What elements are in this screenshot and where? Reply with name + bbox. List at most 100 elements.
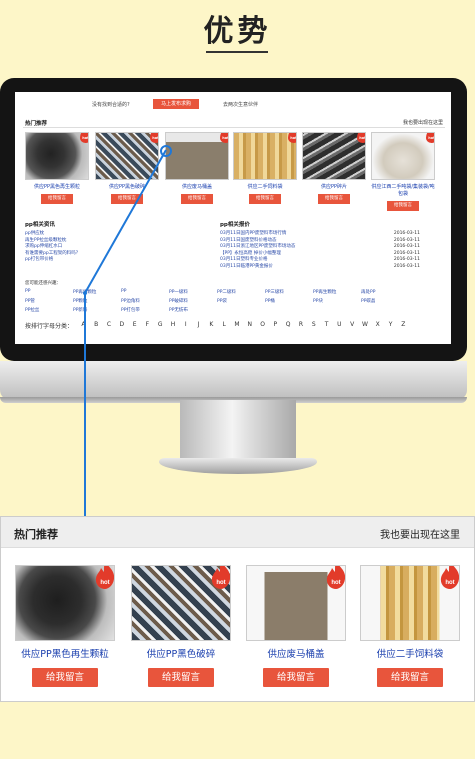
mini-product-card[interactable]: hot 供应PP黑色再生颗粒 给我留言 — [25, 132, 89, 204]
keyword-link[interactable]: PP桶 — [265, 298, 313, 304]
mini-message-button[interactable]: 给我留言 — [181, 194, 213, 204]
keyword-link[interactable]: PP打包带 — [121, 307, 169, 313]
mini-message-button[interactable]: 给我留言 — [318, 194, 350, 204]
keyword-link[interactable]: PP无纺布 — [169, 307, 217, 313]
mini-publish-button[interactable]: 马上发布求购 — [153, 99, 199, 109]
alphabet-letter[interactable]: F — [141, 321, 154, 330]
mini-product-caption[interactable]: 供应废马桶盖 — [165, 184, 229, 191]
zoom-product-caption[interactable]: 供应PP黑色破碎 — [131, 646, 231, 660]
news-link[interactable]: pp供应枕 — [25, 231, 225, 238]
keyword-link[interactable]: PP边角料 — [121, 298, 169, 304]
alphabet-letter[interactable]: E — [128, 321, 141, 330]
price-link[interactable]: 03月11日国内PP废塑料市场行情 — [220, 231, 286, 238]
keyword-link[interactable]: PP三级料 — [265, 289, 313, 295]
alphabet-letter[interactable]: Y — [384, 321, 397, 330]
alphabet-letter[interactable]: K — [205, 321, 218, 330]
alphabet-letter[interactable]: R — [295, 321, 308, 330]
mini-product-card[interactable]: hot 供应PP碎片 给我留言 — [302, 132, 366, 204]
zoom-product-caption[interactable]: 供应废马桶盖 — [246, 646, 346, 660]
alphabet-letter[interactable]: W — [359, 321, 372, 330]
zoom-message-button[interactable]: 给我留言 — [148, 668, 214, 687]
mini-product-caption[interactable]: 供应PP黑色破碎 — [95, 184, 159, 191]
alphabet-letter[interactable]: H — [167, 321, 180, 330]
alphabet-letter[interactable]: Z — [397, 321, 410, 330]
price-row[interactable]: 03月11日浙江地区PP废塑料市场动态 2016-03-11 — [220, 244, 420, 251]
alphabet-letter[interactable]: Q — [282, 321, 295, 330]
zoom-product-image[interactable]: hot — [15, 565, 115, 641]
zoom-product-card[interactable]: hot 供应二手饲料袋 给我留言 — [360, 565, 460, 687]
zoom-message-button[interactable]: 给我留言 — [32, 668, 98, 687]
keyword-link[interactable]: PP — [121, 289, 169, 295]
keyword-link[interactable]: PP再生颗粒 — [313, 289, 361, 295]
alphabet-letter[interactable]: N — [243, 321, 256, 330]
alphabet-letter[interactable]: X — [371, 321, 384, 330]
alphabet-letter[interactable]: M — [231, 321, 244, 330]
keyword-link[interactable]: PP新料 — [73, 307, 121, 313]
keyword-link[interactable]: PP — [25, 289, 73, 295]
mini-product-image[interactable]: hot — [302, 132, 366, 180]
keyword-link[interactable]: PP袋 — [217, 298, 265, 304]
keyword-link[interactable]: PP块 — [313, 298, 361, 304]
alphabet-letter[interactable]: O — [256, 321, 269, 330]
zoom-message-button[interactable]: 给我留言 — [377, 668, 443, 687]
alphabet-letter[interactable]: V — [346, 321, 359, 330]
price-link[interactable]: 03月11日塑料专业价格 — [220, 257, 267, 264]
keyword-link[interactable]: PP拉丝 — [25, 307, 73, 313]
zoom-product-caption[interactable]: 供应二手饲料袋 — [360, 646, 460, 660]
mini-product-image[interactable]: hot — [165, 132, 229, 180]
zoom-product-caption[interactable]: 供应PP黑色再生颗粒 — [15, 646, 115, 660]
keyword-link[interactable]: 再处PP — [361, 289, 409, 295]
alphabet-letter[interactable]: L — [218, 321, 231, 330]
mini-product-caption[interactable]: 供应江西二手吨袋/集装袋/吨包袋 — [371, 184, 435, 198]
news-link[interactable]: 有谁需要pp工程架的料吗？ — [25, 251, 225, 258]
alphabet-letter[interactable]: S — [307, 321, 320, 330]
mini-topbar-link[interactable]: 去两次生意伙伴 — [223, 101, 258, 108]
mini-product-card[interactable]: hot 供应江西二手吨袋/集装袋/吨包袋 给我留言 — [371, 132, 435, 211]
alphabet-letter[interactable]: C — [103, 321, 116, 330]
mini-product-caption[interactable]: 供应PP黑色再生颗粒 — [25, 184, 89, 191]
keyword-link[interactable]: PP一级料 — [169, 289, 217, 295]
keyword-link[interactable]: PP再生颗粒 — [73, 289, 121, 295]
alphabet-letter[interactable]: T — [320, 321, 333, 330]
zoom-product-image[interactable]: hot — [360, 565, 460, 641]
alphabet-letter[interactable]: U — [333, 321, 346, 330]
mini-product-image[interactable]: hot — [371, 132, 435, 180]
mini-hot-more-link[interactable]: 我也要出现在这里 — [403, 119, 443, 126]
mini-product-caption[interactable]: 供应PP碎片 — [302, 184, 366, 191]
price-row[interactable]: 03月11日国内PP废塑料市场行情 2016-03-11 — [220, 231, 420, 238]
alphabet-letter[interactable]: G — [154, 321, 167, 330]
mini-message-button[interactable]: 给我留言 — [387, 201, 419, 211]
zoom-product-card[interactable]: hot 供应PP黑色破碎 给我留言 — [131, 565, 231, 687]
mini-product-card[interactable]: hot 供应PP黑色破碎 给我留言 — [95, 132, 159, 204]
keyword-link[interactable]: PP管 — [25, 298, 73, 304]
price-row[interactable]: 03月11日塑料专业价格 2016-03-11 — [220, 257, 420, 264]
mini-product-image[interactable]: hot — [25, 132, 89, 180]
mini-message-button[interactable]: 给我留言 — [111, 194, 143, 204]
mini-message-button[interactable]: 给我留言 — [249, 194, 281, 204]
mini-product-image[interactable]: hot — [233, 132, 297, 180]
news-link[interactable]: pp打包带价格 — [25, 257, 225, 264]
alphabet-letter[interactable]: J — [192, 321, 205, 330]
alphabet-letter[interactable]: P — [269, 321, 282, 330]
zoom-hot-more-link[interactable]: 我也要出现在这里 — [380, 526, 460, 541]
alphabet-letter[interactable]: A — [77, 321, 90, 330]
mini-product-caption[interactable]: 供应二手饲料袋 — [233, 184, 297, 191]
mini-product-card[interactable]: hot 供应废马桶盖 给我留言 — [165, 132, 229, 204]
keyword-link[interactable]: PP颗粒 — [73, 298, 121, 304]
price-link[interactable]: 03月11日临港PP黄金报价 — [220, 264, 273, 271]
alphabet-letter[interactable]: D — [115, 321, 128, 330]
mini-message-button[interactable]: 给我留言 — [41, 194, 73, 204]
keyword-link[interactable]: PP二级料 — [217, 289, 265, 295]
zoom-product-image[interactable]: hot — [131, 565, 231, 641]
keyword-link[interactable]: PP碳晶 — [361, 298, 409, 304]
zoom-message-button[interactable]: 给我留言 — [263, 668, 329, 687]
mini-product-card[interactable]: hot 供应二手饲料袋 给我留言 — [233, 132, 297, 204]
price-row[interactable]: 03月11日临港PP黄金报价 2016-03-11 — [220, 264, 420, 271]
alphabet-letter[interactable]: I — [179, 321, 192, 330]
price-link[interactable]: 03月11日浙江地区PP废塑料市场动态 — [220, 244, 295, 251]
news-link[interactable]: 求购pp伸缩杠水口 — [25, 244, 225, 251]
alphabet-letter[interactable]: B — [90, 321, 103, 330]
zoom-product-image[interactable]: hot — [246, 565, 346, 641]
zoom-product-card[interactable]: hot 供应PP黑色再生颗粒 给我留言 — [15, 565, 115, 687]
keyword-link[interactable]: PP破碎料 — [169, 298, 217, 304]
